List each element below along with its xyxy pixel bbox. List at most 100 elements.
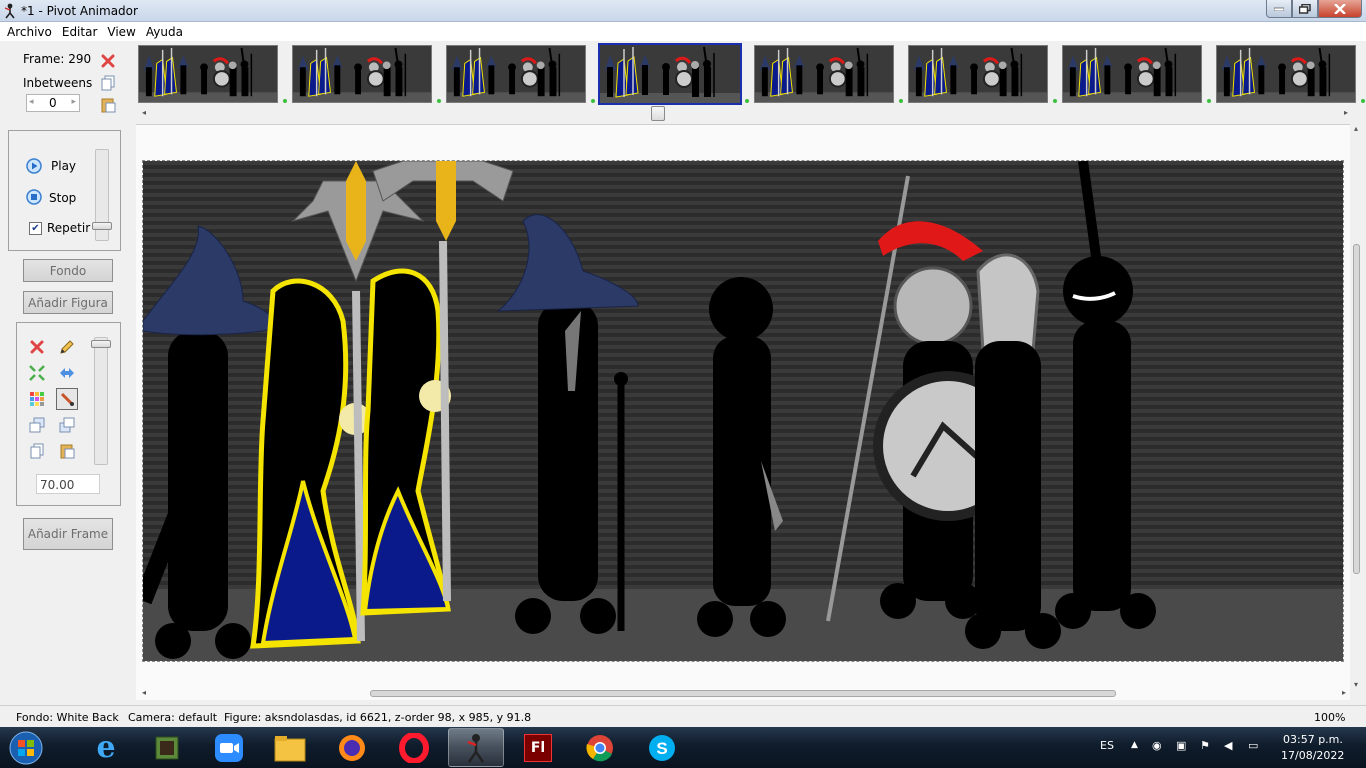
copy-icon[interactable]	[28, 442, 46, 460]
chrome-icon[interactable]	[572, 728, 628, 767]
frame-marker-dot	[591, 99, 595, 103]
frame-panel: Frame: 290 Inbetweens ◂ 0 ▸	[8, 44, 128, 120]
menu-ayuda[interactable]: Ayuda	[141, 25, 188, 39]
frame-marker-dot	[899, 99, 903, 103]
add-frame-button[interactable]: Añadir Frame	[23, 518, 113, 550]
clock-time[interactable]: 03:57 p.m.	[1283, 733, 1343, 746]
spinner-left-arrow-icon[interactable]: ◂	[29, 97, 34, 107]
scale-slider[interactable]	[91, 337, 111, 465]
maximize-icon[interactable]	[1292, 0, 1318, 18]
canvas-hscrollbar[interactable]: ◂ ▸	[136, 687, 1350, 701]
menu-archivo[interactable]: Archivo	[2, 25, 57, 39]
canvas-vscroll-thumb[interactable]	[1353, 244, 1360, 574]
flip-icon[interactable]	[58, 364, 76, 382]
frame-thumbnail[interactable]	[1216, 45, 1356, 103]
internet-explorer-icon[interactable]: e	[78, 728, 134, 767]
delete-icon[interactable]	[28, 338, 46, 356]
frame-number-label: Frame: 290	[23, 52, 92, 66]
status-bar: Fondo: White Back Camera: default Figure…	[0, 705, 1366, 727]
status-camera: Camera: default	[128, 711, 218, 724]
color-icon[interactable]	[28, 390, 46, 408]
frame-thumbnail[interactable]	[446, 45, 586, 103]
canvas-scroll-down-icon[interactable]: ▾	[1354, 680, 1358, 689]
title-bar: *1 - Pivot Animador	[0, 0, 1366, 22]
play-button[interactable]: Play	[51, 159, 76, 173]
copy-frame-icon[interactable]	[99, 74, 117, 92]
frame-thumbnail[interactable]	[1062, 45, 1202, 103]
opera-icon[interactable]	[386, 728, 442, 767]
play-icon[interactable]	[25, 157, 43, 175]
minimize-icon[interactable]	[1266, 0, 1292, 18]
scale-slider-thumb[interactable]	[91, 340, 111, 348]
speed-slider[interactable]	[92, 149, 112, 241]
pivot-animator-icon[interactable]	[448, 728, 504, 767]
window-title: *1 - Pivot Animador	[21, 4, 138, 18]
pivot-app-icon	[4, 3, 15, 19]
scroll-right-arrow-icon[interactable]: ▸	[1344, 108, 1348, 117]
status-fondo: Fondo: White Back	[16, 711, 119, 724]
add-figure-button[interactable]: Añadir Figura	[23, 291, 113, 314]
edit-icon[interactable]	[58, 338, 76, 356]
inbetweens-value[interactable]: 0	[49, 96, 57, 110]
volume-icon[interactable]: ◀	[1224, 739, 1232, 752]
center-icon[interactable]	[28, 364, 46, 382]
zoom-icon[interactable]	[201, 728, 257, 767]
language-indicator[interactable]: ES	[1100, 739, 1114, 752]
spinner-right-arrow-icon[interactable]: ▸	[71, 97, 76, 107]
repeat-checkbox[interactable]: ✔	[29, 222, 42, 235]
canvas-scroll-up-icon[interactable]: ▴	[1354, 124, 1358, 133]
windows-taskbar: e Fl S ES ▲ ◉ ▣ ⚑ ◀ ▭ 03:57 p.m. 17/08/2…	[0, 727, 1366, 768]
send-back-icon[interactable]	[58, 416, 76, 434]
paste-icon[interactable]	[58, 442, 76, 460]
frame-marker-dot	[745, 99, 749, 103]
display-icon[interactable]: ▭	[1248, 739, 1258, 752]
tools-panel: 70.00	[16, 322, 121, 506]
brush-icon[interactable]	[56, 388, 78, 410]
close-icon[interactable]	[1318, 0, 1362, 18]
menu-editar[interactable]: Editar	[57, 25, 103, 39]
timeline-scroll-thumb[interactable]	[651, 106, 665, 121]
frame-marker-dot	[1361, 99, 1365, 103]
svg-text:S: S	[656, 739, 667, 758]
skype-icon[interactable]: S	[634, 728, 690, 767]
inbetweens-label: Inbetweens	[23, 76, 93, 90]
status-zoom: 100%	[1314, 711, 1346, 724]
minecraft-icon[interactable]	[139, 728, 195, 767]
speed-slider-thumb[interactable]	[92, 222, 112, 230]
start-orb-icon[interactable]	[0, 728, 52, 767]
canvas-vscrollbar[interactable]: ▴ ▾	[1350, 124, 1366, 700]
scroll-left-arrow-icon[interactable]: ◂	[142, 108, 146, 117]
delete-frame-icon[interactable]	[99, 52, 117, 70]
firefox-icon[interactable]	[324, 728, 380, 767]
network-icon[interactable]: ◉	[1152, 739, 1162, 752]
scale-input[interactable]: 70.00	[36, 474, 100, 494]
fondo-button[interactable]: Fondo	[23, 259, 113, 282]
frame-thumbnail[interactable]	[598, 43, 742, 105]
stop-icon[interactable]	[25, 188, 43, 206]
animation-stage[interactable]	[142, 160, 1344, 662]
menu-view[interactable]: View	[102, 25, 140, 39]
flag-icon[interactable]: ⚑	[1200, 739, 1210, 752]
bring-front-icon[interactable]	[28, 416, 46, 434]
frame-marker-dot	[1053, 99, 1057, 103]
stage-drawing	[143, 161, 1343, 661]
frame-thumbnail[interactable]	[908, 45, 1048, 103]
canvas-scroll-left-icon[interactable]: ◂	[142, 688, 146, 697]
action-center-icon[interactable]: ▣	[1176, 739, 1186, 752]
frame-thumbnail[interactable]	[138, 45, 278, 103]
timeline-scrollbar[interactable]: ◂ ▸	[136, 106, 1352, 122]
clock-date[interactable]: 17/08/2022	[1281, 749, 1344, 762]
file-explorer-icon[interactable]	[262, 728, 318, 767]
show-hidden-icons-icon[interactable]: ▲	[1131, 740, 1138, 750]
menu-bar: Archivo Editar View Ayuda	[0, 22, 1366, 41]
paste-frame-icon[interactable]	[99, 96, 117, 114]
canvas-scroll-right-icon[interactable]: ▸	[1342, 688, 1346, 697]
flash-icon[interactable]: Fl	[510, 728, 566, 767]
inbetweens-spinner[interactable]: ◂ 0 ▸	[26, 94, 80, 112]
frame-thumbnail[interactable]	[754, 45, 894, 103]
stop-button[interactable]: Stop	[49, 191, 76, 205]
repeat-label[interactable]: Repetir	[47, 221, 90, 235]
canvas-hscroll-thumb[interactable]	[370, 690, 1116, 697]
frame-thumbnail[interactable]	[292, 45, 432, 103]
frame-marker-dot	[437, 99, 441, 103]
